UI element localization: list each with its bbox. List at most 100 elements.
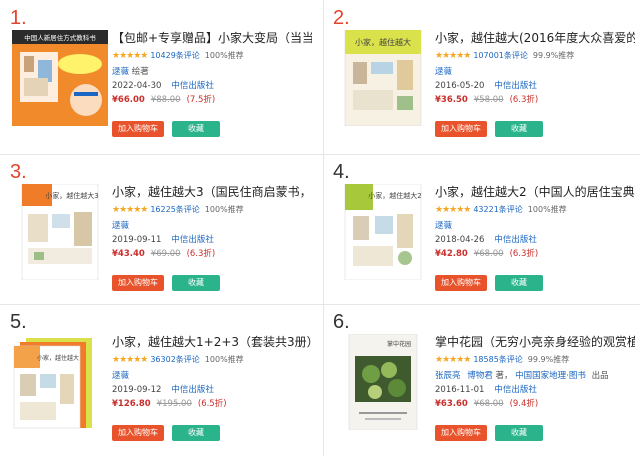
book-card-3: 3. 小家，越住越大3 小家，越住越大3（国民住商启蒙书，居住 ★★★★★162… [0, 154, 318, 304]
star-rating: ★★★★★ [435, 205, 471, 215]
star-rating: ★★★★★ [112, 205, 148, 215]
author-row: 逯薇 [112, 370, 129, 382]
author-link[interactable]: 逯薇 [112, 371, 129, 381]
book-card-6: 6. 掌中花园 掌中花园（无穷小亮亲身经验的观赏植物 ★★★★★ 18585条评论… [323, 304, 640, 454]
rank-number: 4. [333, 161, 350, 183]
publisher-link[interactable]: 中信出版社 [494, 385, 537, 395]
favorite-button[interactable]: 收藏 [495, 425, 543, 441]
publish-date: 2019-09-12 [112, 385, 162, 395]
original-price: ¥68.00 [473, 249, 504, 259]
favorite-button[interactable]: 收藏 [172, 121, 220, 137]
recommend-rate: 100%推荐 [204, 205, 244, 214]
author-suffix: 绘著 [131, 67, 149, 77]
original-price: ¥68.00 [473, 399, 504, 409]
book-cover-image[interactable]: 小家，越住越大3 [12, 184, 108, 280]
cover-title: 中国人新居住方式教科书 [24, 33, 96, 42]
book-cover-image[interactable]: 中国人新居住方式教科书 [12, 30, 108, 126]
author-suffix: 著， [495, 371, 513, 381]
author-link[interactable]: 逯薇 [435, 221, 452, 231]
publisher-link[interactable]: 中信出版社 [171, 81, 214, 91]
star-rating: ★★★★★ [435, 51, 471, 61]
author-row: 逯薇 绘著 [112, 66, 149, 78]
review-count-link[interactable]: 107001条评论 [473, 51, 528, 60]
rating-row: ★★★★★ 18585条评论 99.9%推荐 [435, 354, 569, 366]
publisher-link[interactable]: 中信出版社 [494, 81, 537, 91]
book-title[interactable]: 掌中花园（无穷小亮亲身经验的观赏植物 [435, 334, 635, 350]
review-count-link[interactable]: 36302条评论 [150, 355, 199, 364]
discount: (6.3折) [509, 95, 539, 105]
book-card-2: 2. 小家，越住越大 小家，越住越大(2016年度大众喜爱的50种 ★★★★★1… [323, 0, 640, 150]
publish-date: 2019-09-11 [112, 235, 162, 245]
original-price: ¥58.00 [473, 95, 504, 105]
book-cover-image[interactable]: 小家，越住越大2 [335, 184, 431, 280]
author-link[interactable]: 逯薇 [112, 67, 129, 77]
publish-row: 2016-11-01 中信出版社 [435, 384, 537, 396]
rating-row: ★★★★★ 107001条评论 99.9%推荐 [435, 50, 574, 62]
add-to-cart-button[interactable]: 加入购物车 [112, 425, 164, 441]
rating-row: ★★★★★ 43221条评论 100%推荐 [435, 204, 567, 216]
favorite-button[interactable]: 收藏 [495, 121, 543, 137]
add-to-cart-button[interactable]: 加入购物车 [112, 275, 164, 291]
price-row: ¥36.50 ¥58.00 (6.3折) [435, 94, 538, 106]
publish-date: 2022-04-30 [112, 81, 162, 91]
book-title[interactable]: 小家，越住越大1+2+3（套装共3册） [112, 334, 312, 350]
book-cover-image[interactable]: 小家，越住越大 [12, 334, 108, 430]
book-title[interactable]: 小家，越住越大2（中国人的居住宝典！如 [435, 184, 635, 200]
review-count-link[interactable]: 18585条评论 [473, 355, 522, 364]
publisher-suffix: 出品 [591, 371, 609, 381]
recommend-rate: 100%推荐 [204, 355, 244, 364]
review-count-link[interactable]: 10429条评论 [150, 51, 199, 60]
add-to-cart-button[interactable]: 加入购物车 [435, 425, 487, 441]
author-row: 张辰亮 博物君 著， 中国国家地理·图书 出品 [435, 370, 609, 382]
price-row: ¥63.60 ¥68.00 (9.4折) [435, 398, 538, 410]
author-row: 逯薇 [112, 220, 129, 232]
add-to-cart-button[interactable]: 加入购物车 [435, 275, 487, 291]
author-link-2[interactable]: 博物君 [467, 371, 493, 381]
author-link[interactable]: 张辰亮 [435, 371, 461, 381]
price-row: ¥43.40 ¥69.00 (6.3折) [112, 248, 215, 260]
star-rating: ★★★★★ [112, 355, 148, 365]
book-ranking-grid: 1. 中国人新居住方式教科书 【包邮+专享赠品】小家大变局（当当专享 ★★★★★… [0, 0, 640, 456]
current-price: ¥42.80 [435, 249, 468, 259]
cover-title: 小家，越住越大 [37, 354, 79, 362]
book-cover-image[interactable]: 小家，越住越大 [335, 30, 431, 126]
rating-row: ★★★★★ 16225条评论 100%推荐 [112, 204, 244, 216]
publisher-link[interactable]: 中信出版社 [171, 235, 214, 245]
publisher-link-2[interactable]: 中国国家地理·图书 [515, 371, 586, 381]
favorite-button[interactable]: 收藏 [172, 425, 220, 441]
publish-row: 2019-09-11 中信出版社 [112, 234, 214, 246]
star-rating: ★★★★★ [112, 51, 148, 61]
current-price: ¥66.00 [112, 95, 145, 105]
discount: (7.5折) [186, 95, 216, 105]
cover-title: 小家，越住越大3 [45, 191, 98, 200]
add-to-cart-button[interactable]: 加入购物车 [435, 121, 487, 137]
recommend-rate: 99.9%推荐 [527, 355, 570, 364]
current-price: ¥36.50 [435, 95, 468, 105]
current-price: ¥43.40 [112, 249, 145, 259]
discount: (6.3折) [509, 249, 539, 259]
recommend-rate: 99.9%推荐 [532, 51, 575, 60]
recommend-rate: 100%推荐 [204, 51, 244, 60]
favorite-button[interactable]: 收藏 [495, 275, 543, 291]
cover-title: 掌中花园 [387, 340, 411, 348]
book-title[interactable]: 小家，越住越大(2016年度大众喜爱的50种 [435, 30, 635, 46]
book-title[interactable]: 【包邮+专享赠品】小家大变局（当当专享 [112, 30, 312, 46]
publish-row: 2016-05-20 中信出版社 [435, 80, 537, 92]
current-price: ¥63.60 [435, 399, 468, 409]
publisher-link[interactable]: 中信出版社 [494, 235, 537, 245]
original-price: ¥195.00 [156, 399, 192, 409]
favorite-button[interactable]: 收藏 [172, 275, 220, 291]
publish-row: 2022-04-30 中信出版社 [112, 80, 214, 92]
publisher-link[interactable]: 中信出版社 [171, 385, 214, 395]
book-title[interactable]: 小家，越住越大3（国民住商启蒙书，居住 [112, 184, 312, 200]
author-link[interactable]: 逯薇 [112, 221, 129, 231]
book-card-1: 1. 中国人新居住方式教科书 【包邮+专享赠品】小家大变局（当当专享 ★★★★★… [0, 0, 318, 150]
add-to-cart-button[interactable]: 加入购物车 [112, 121, 164, 137]
review-count-link[interactable]: 16225条评论 [150, 205, 199, 214]
rating-row: ★★★★★ 36302条评论 100%推荐 [112, 354, 244, 366]
publish-row: 2018-04-26 中信出版社 [435, 234, 537, 246]
author-link[interactable]: 逯薇 [435, 67, 452, 77]
original-price: ¥69.00 [150, 249, 181, 259]
review-count-link[interactable]: 43221条评论 [473, 205, 522, 214]
book-cover-image[interactable]: 掌中花园 [335, 334, 431, 430]
